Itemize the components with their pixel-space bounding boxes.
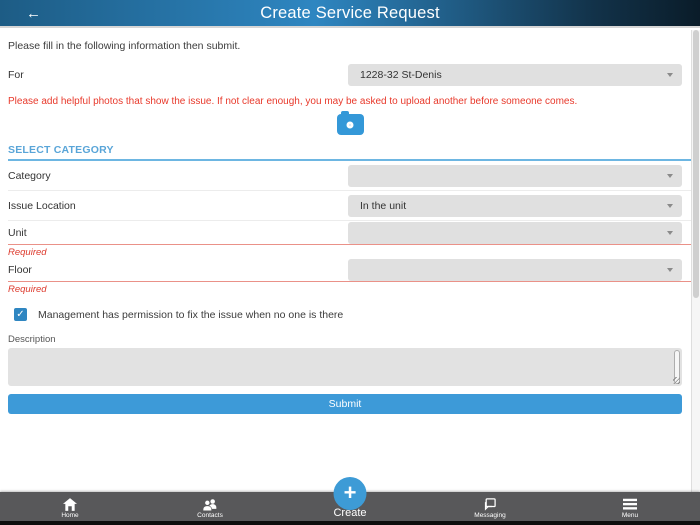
nav-item-messaging[interactable]: Messaging xyxy=(420,492,560,521)
photo-hint-text: Please add helpful photos that show the … xyxy=(8,96,578,107)
issue-location-select[interactable]: In the unit xyxy=(348,194,682,217)
device-bottom-bar xyxy=(0,521,700,525)
category-select[interactable] xyxy=(348,164,682,187)
issue-location-label: Issue Location xyxy=(8,199,76,212)
resize-handle-icon[interactable] xyxy=(673,377,680,384)
intro-text: Please fill in the following information… xyxy=(8,40,241,52)
menu-icon xyxy=(623,497,637,511)
form-container: Please fill in the following information… xyxy=(0,28,700,414)
floor-required-text: Required xyxy=(8,284,47,295)
plus-icon[interactable]: + xyxy=(333,477,367,510)
unit-required-text: Required xyxy=(8,247,47,258)
chevron-down-icon xyxy=(667,267,673,272)
page-scrollbar-thumb[interactable] xyxy=(693,30,699,298)
section-title: SELECT CATEGORY xyxy=(8,144,699,161)
nav-label-home: Home xyxy=(61,512,79,519)
home-icon xyxy=(63,497,77,511)
for-row: For 1228-32 St-Denis xyxy=(8,63,692,87)
nav-label-create: Create xyxy=(333,507,367,519)
unit-label: Unit xyxy=(8,226,27,239)
permission-label: Management has permission to fix the iss… xyxy=(38,308,344,321)
for-select[interactable]: 1228-32 St-Denis xyxy=(348,64,682,86)
permission-checkbox[interactable]: ✓ xyxy=(14,308,27,321)
issue-location-select-value: In the unit xyxy=(360,199,407,212)
nav-item-menu[interactable]: Menu xyxy=(560,492,700,521)
floor-select[interactable] xyxy=(348,258,682,281)
description-textarea[interactable] xyxy=(8,348,682,386)
unit-select[interactable] xyxy=(348,221,682,244)
add-photo-button[interactable] xyxy=(336,111,364,135)
bottom-navigation: Home Contacts + Create Messaging Menu xyxy=(0,477,700,521)
camera-icon xyxy=(340,111,349,116)
unit-row: Unit xyxy=(8,221,699,245)
issue-location-row: Issue Location In the unit xyxy=(8,191,699,221)
nav-label-contacts: Contacts xyxy=(197,512,223,519)
nav-item-contacts[interactable]: Contacts xyxy=(140,492,280,521)
contacts-icon xyxy=(202,497,218,511)
chevron-down-icon xyxy=(667,230,673,235)
nav-label-messaging: Messaging xyxy=(474,512,506,519)
floor-label: Floor xyxy=(8,263,32,276)
category-label: Category xyxy=(8,169,51,182)
messaging-icon xyxy=(483,497,497,511)
for-label: For xyxy=(8,69,24,81)
submit-button[interactable]: Submit xyxy=(8,394,682,414)
chevron-down-icon xyxy=(667,73,673,77)
camera-lens-icon xyxy=(346,121,354,128)
page-scrollbar[interactable] xyxy=(691,30,700,492)
nav-label-menu: Menu xyxy=(621,512,639,519)
nav-item-home[interactable]: Home xyxy=(0,492,140,521)
chevron-down-icon xyxy=(667,203,673,208)
for-select-value: 1228-32 St-Denis xyxy=(360,69,442,81)
chevron-down-icon xyxy=(667,173,673,178)
floor-row: Floor xyxy=(8,258,699,282)
permission-row: ✓ Management has permission to fix the i… xyxy=(8,308,692,321)
description-label: Description xyxy=(8,334,56,345)
app-header: ← Create Service Request xyxy=(0,0,700,28)
nav-item-create[interactable]: + Create xyxy=(280,477,420,521)
category-row: Category xyxy=(8,161,699,191)
page-title: Create Service Request xyxy=(260,3,440,22)
